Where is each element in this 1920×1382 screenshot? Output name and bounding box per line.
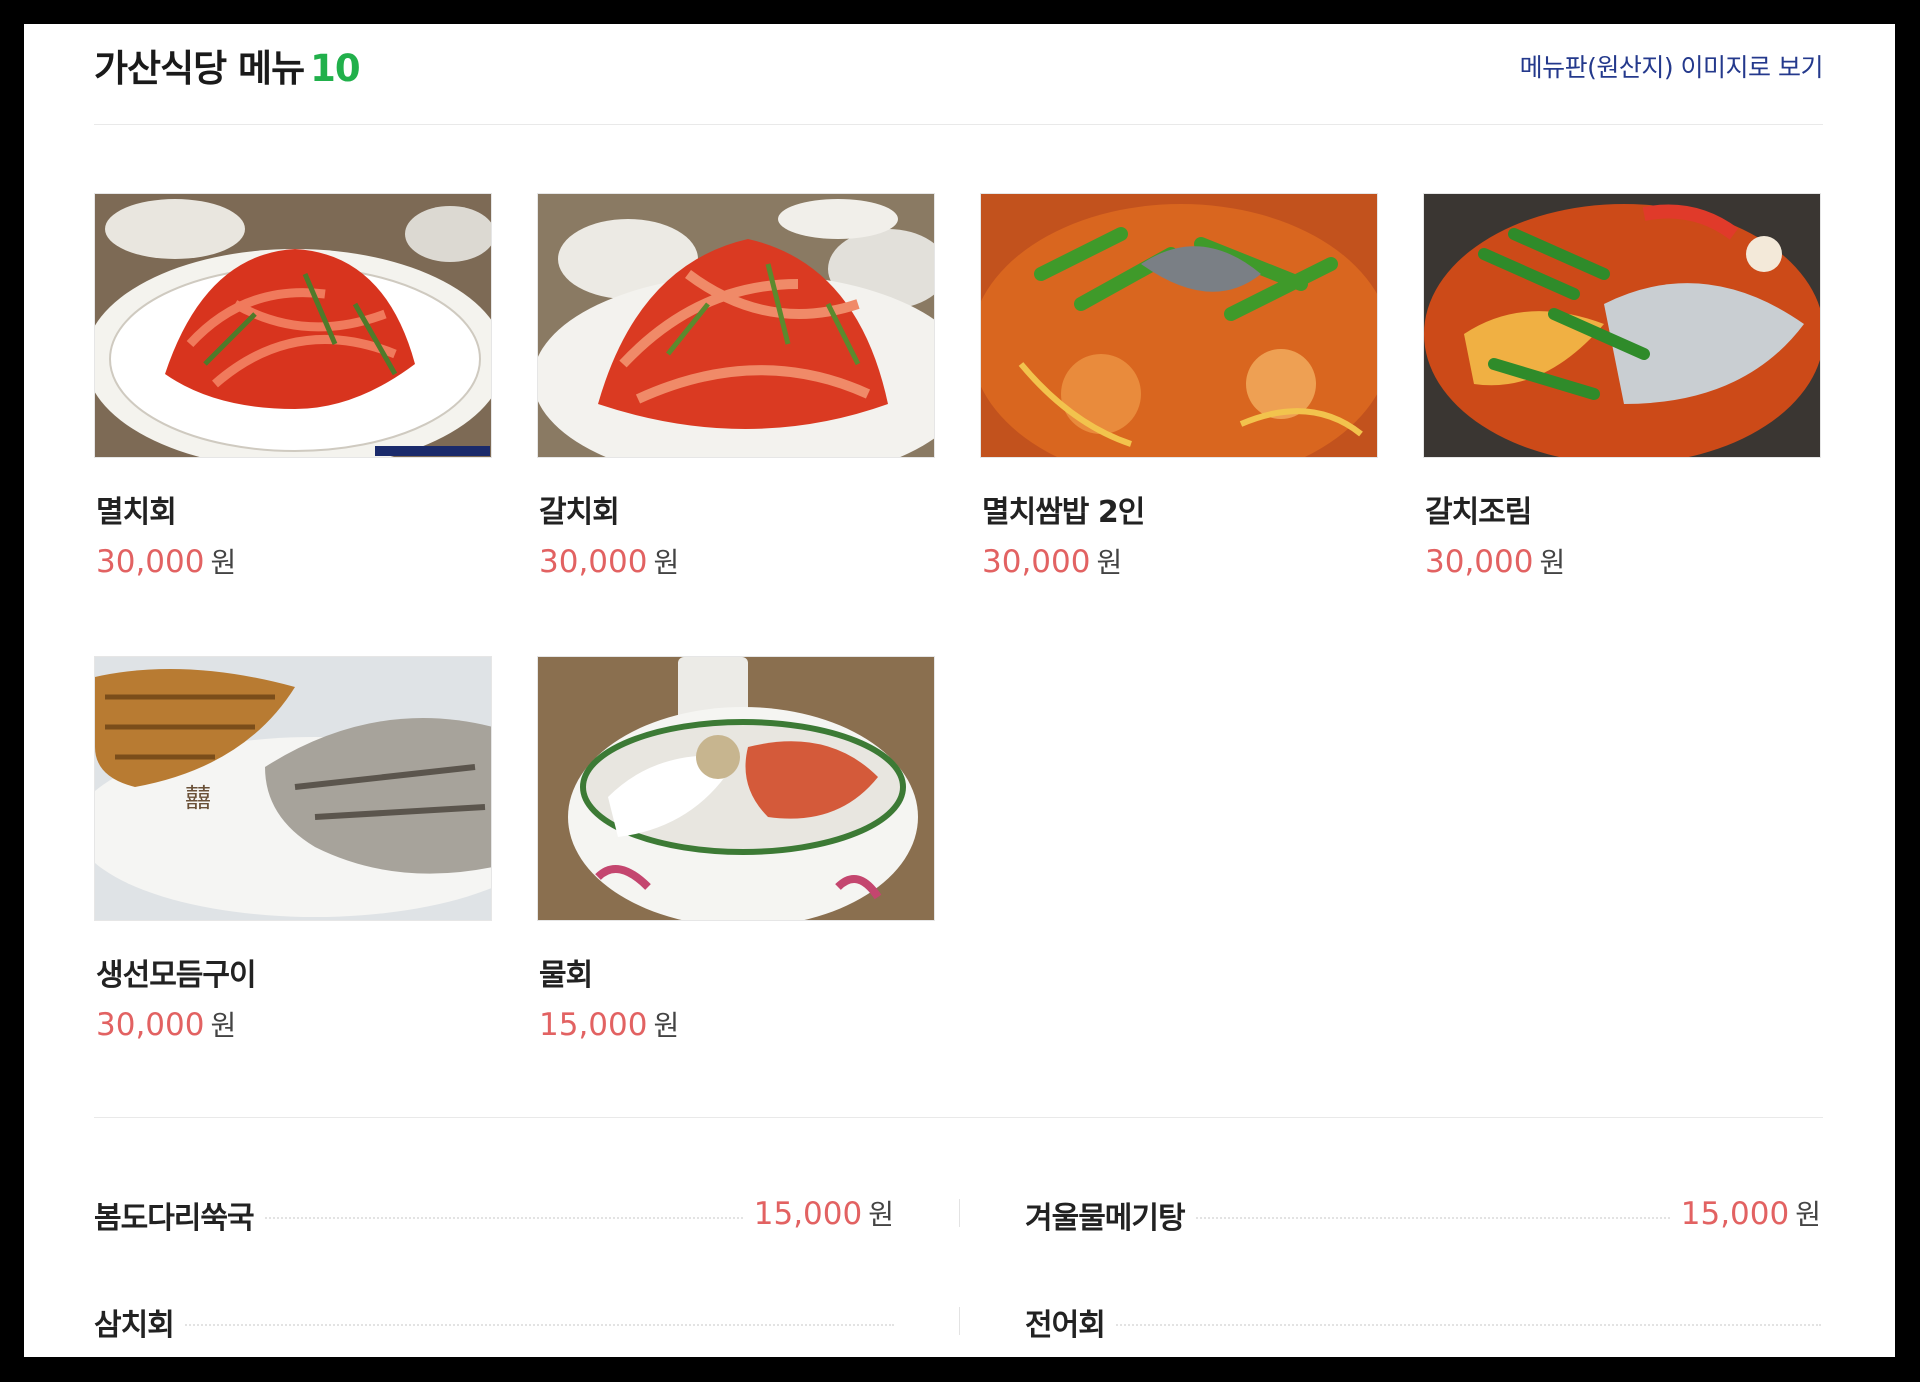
list-item[interactable]: 전어회	[1025, 1300, 1821, 1344]
column-separator	[959, 1307, 960, 1335]
menu-name[interactable]: 물회	[539, 950, 593, 994]
leader-dots	[1025, 1324, 1821, 1326]
menu-price: 30,000 원	[539, 541, 679, 581]
list-item-price: 15,000 원	[743, 1193, 894, 1233]
column-separator	[959, 1199, 960, 1227]
list-item-name[interactable]: 삼치회	[94, 1300, 184, 1344]
currency-unit: 원	[210, 546, 237, 579]
svg-text:囍: 囍	[185, 784, 211, 813]
price-value: 30,000	[982, 544, 1091, 580]
list-item[interactable]: 봄도다리쑥국 15,000 원	[94, 1193, 894, 1237]
menu-count: 10	[310, 47, 360, 90]
list-item-name[interactable]: 봄도다리쑥국	[94, 1193, 264, 1237]
currency-unit: 원	[653, 1009, 680, 1042]
currency-unit: 원	[1096, 546, 1123, 579]
list-item[interactable]: 삼치회	[94, 1300, 894, 1344]
list-item-name[interactable]: 겨울물메기탕	[1025, 1193, 1195, 1237]
menu-photo[interactable]: 囍	[94, 656, 492, 921]
menuboard-image-link[interactable]: 메뉴판(원산지) 이미지로 보기	[1520, 48, 1824, 84]
menu-name[interactable]: 멸치쌈밥 2인	[982, 487, 1145, 531]
menu-title: 가산식당 메뉴 10	[94, 38, 361, 92]
currency-unit: 원	[210, 1009, 237, 1042]
restaurant-menu-title: 가산식당 메뉴	[94, 47, 305, 90]
menu-price: 30,000 원	[1425, 541, 1565, 581]
price-value: 30,000	[96, 1007, 205, 1043]
menu-photo[interactable]	[537, 193, 935, 458]
menu-photo[interactable]	[1423, 193, 1821, 458]
menu-price: 15,000 원	[539, 1004, 679, 1044]
menu-name[interactable]: 멸치회	[96, 487, 177, 531]
list-item[interactable]: 겨울물메기탕 15,000 원	[1025, 1193, 1821, 1237]
price-value: 15,000	[539, 1007, 648, 1043]
price-value: 15,000	[1680, 1196, 1790, 1232]
leader-dots	[94, 1324, 894, 1326]
currency-unit: 원	[1795, 1198, 1821, 1231]
price-value: 30,000	[1425, 544, 1534, 580]
menu-name[interactable]: 갈치조림	[1425, 487, 1532, 531]
menu-panel: 가산식당 메뉴10 메뉴판(원산지) 이미지로 보기 멸치회 30,000원	[24, 24, 1895, 1357]
menu-price: 30,000 원	[96, 1004, 236, 1044]
currency-unit: 원	[1539, 546, 1566, 579]
list-item-price: 15,000 원	[1670, 1193, 1821, 1233]
section-divider	[94, 1117, 1823, 1118]
menu-photo[interactable]	[980, 193, 1378, 458]
menu-photo[interactable]	[537, 656, 935, 921]
menu-price: 30,000 원	[982, 541, 1122, 581]
price-value: 15,000	[753, 1196, 863, 1232]
currency-unit: 원	[653, 546, 680, 579]
menu-name[interactable]: 갈치회	[539, 487, 620, 531]
price-value: 30,000	[96, 544, 205, 580]
menu-photo[interactable]	[94, 193, 492, 458]
menu-header: 가산식당 메뉴 10 메뉴판(원산지) 이미지로 보기	[94, 24, 1824, 125]
price-value: 30,000	[539, 544, 648, 580]
list-item-name[interactable]: 전어회	[1025, 1300, 1115, 1344]
menu-price: 30,000 원	[96, 541, 236, 581]
currency-unit: 원	[868, 1198, 894, 1231]
menu-name[interactable]: 생선모듬구이	[96, 950, 257, 994]
